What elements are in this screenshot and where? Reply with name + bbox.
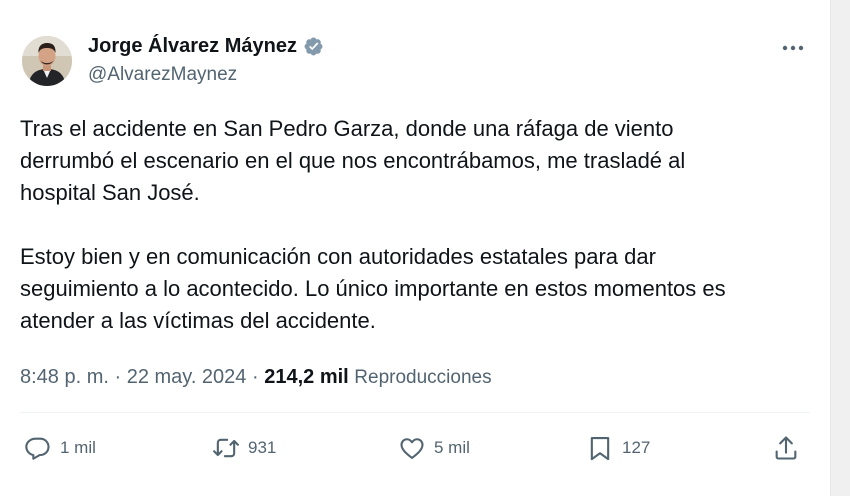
reply-icon: [25, 437, 50, 460]
bookmark-icon: [590, 437, 610, 461]
tweet-date[interactable]: 22 may. 2024: [127, 366, 247, 388]
retweet-count: 931: [248, 438, 277, 457]
meta-separator: ·: [108, 366, 127, 388]
meta-separator: ·: [246, 366, 265, 388]
view-count-label[interactable]: Reproducciones: [354, 367, 491, 388]
page-border: [830, 0, 831, 496]
tweet-text-line: hospital San José.: [20, 180, 200, 205]
author-name[interactable]: Jorge Álvarez Máynez: [88, 35, 297, 58]
tweet-text-line: derrumbó el escenario en el que nos enco…: [20, 148, 686, 173]
retweet-button[interactable]: 931: [212, 432, 276, 464]
author-handle[interactable]: @AlvarezMaynez: [88, 64, 237, 86]
share-icon: [775, 436, 797, 460]
tweet-text-line: Estoy bien y en comunicación con autorid…: [20, 244, 656, 269]
divider: [20, 412, 810, 413]
tweet-meta: 8:48 p. m. · 22 may. 2024 · 214,2 mil Re…: [20, 366, 492, 389]
like-count: 5 mil: [434, 438, 470, 457]
more-options-button[interactable]: [778, 36, 808, 60]
reply-button[interactable]: 1 mil: [24, 432, 96, 464]
tweet-text-line: seguimiento a lo acontecido. Lo único im…: [20, 276, 726, 301]
view-count: 214,2 mil: [264, 366, 349, 388]
retweet-icon: [213, 438, 239, 458]
tweet-text-line: atender a las víctimas del accidente.: [20, 308, 376, 333]
author-row: Jorge Álvarez Máynez: [88, 35, 324, 58]
avatar-image: [22, 36, 72, 86]
avatar[interactable]: [22, 36, 72, 86]
tweet-text: Tras el accidente en San Pedro Garza, do…: [20, 113, 810, 337]
bookmark-count: 127: [622, 438, 651, 457]
tweet-time[interactable]: 8:48 p. m.: [20, 366, 109, 388]
heart-icon: [400, 438, 424, 459]
reply-count: 1 mil: [60, 438, 96, 457]
share-button[interactable]: [772, 432, 800, 464]
like-button[interactable]: 5 mil: [398, 432, 470, 464]
tweet-card: Jorge Álvarez Máynez @AlvarezMaynez Tras…: [0, 0, 830, 496]
tweet-text-line: Tras el accidente en San Pedro Garza, do…: [20, 116, 674, 141]
verified-badge-icon[interactable]: [303, 36, 324, 57]
more-icon: [782, 45, 804, 51]
bookmark-button[interactable]: 127: [586, 432, 650, 464]
